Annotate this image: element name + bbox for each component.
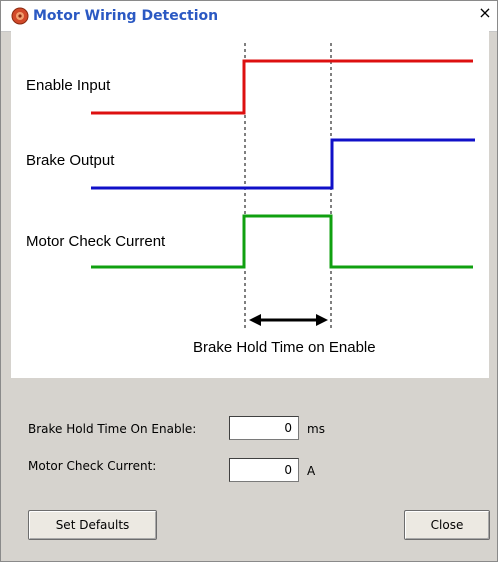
close-button[interactable]: Close bbox=[404, 510, 490, 540]
brake-hold-time-label: Brake Hold Time On Enable: bbox=[28, 422, 197, 436]
motor-icon bbox=[11, 7, 29, 25]
enable-input-label: Enable Input bbox=[26, 77, 111, 94]
motor-check-current-unit: A bbox=[307, 464, 316, 478]
hold-time-arrow-right-head bbox=[316, 314, 328, 326]
motor-check-current-label: Motor Check Current bbox=[26, 233, 166, 250]
close-icon[interactable]: × bbox=[477, 5, 493, 21]
brake-hold-time-on-enable-caption: Brake Hold Time on Enable bbox=[193, 339, 376, 356]
set-defaults-button[interactable]: Set Defaults bbox=[28, 510, 157, 540]
brake-hold-time-input[interactable] bbox=[229, 416, 299, 440]
title-bar[interactable]: Motor Wiring Detection × bbox=[1, 1, 497, 32]
timing-diagram: Enable Input Brake Output Motor Check Cu… bbox=[11, 31, 489, 378]
window-title: Motor Wiring Detection bbox=[33, 8, 219, 24]
enable-input-trace bbox=[91, 59, 473, 115]
brake-output-label: Brake Output bbox=[26, 152, 115, 169]
brake-output-trace bbox=[91, 138, 475, 190]
hold-time-arrow-left-head bbox=[249, 314, 261, 326]
brake-hold-time-unit: ms bbox=[307, 422, 325, 436]
motor-check-current-input[interactable] bbox=[229, 458, 299, 482]
motor-wiring-detection-dialog: Motor Wiring Detection × Enable Input Br… bbox=[0, 0, 498, 562]
motor-check-current-field-label: Motor Check Current: bbox=[28, 459, 157, 473]
